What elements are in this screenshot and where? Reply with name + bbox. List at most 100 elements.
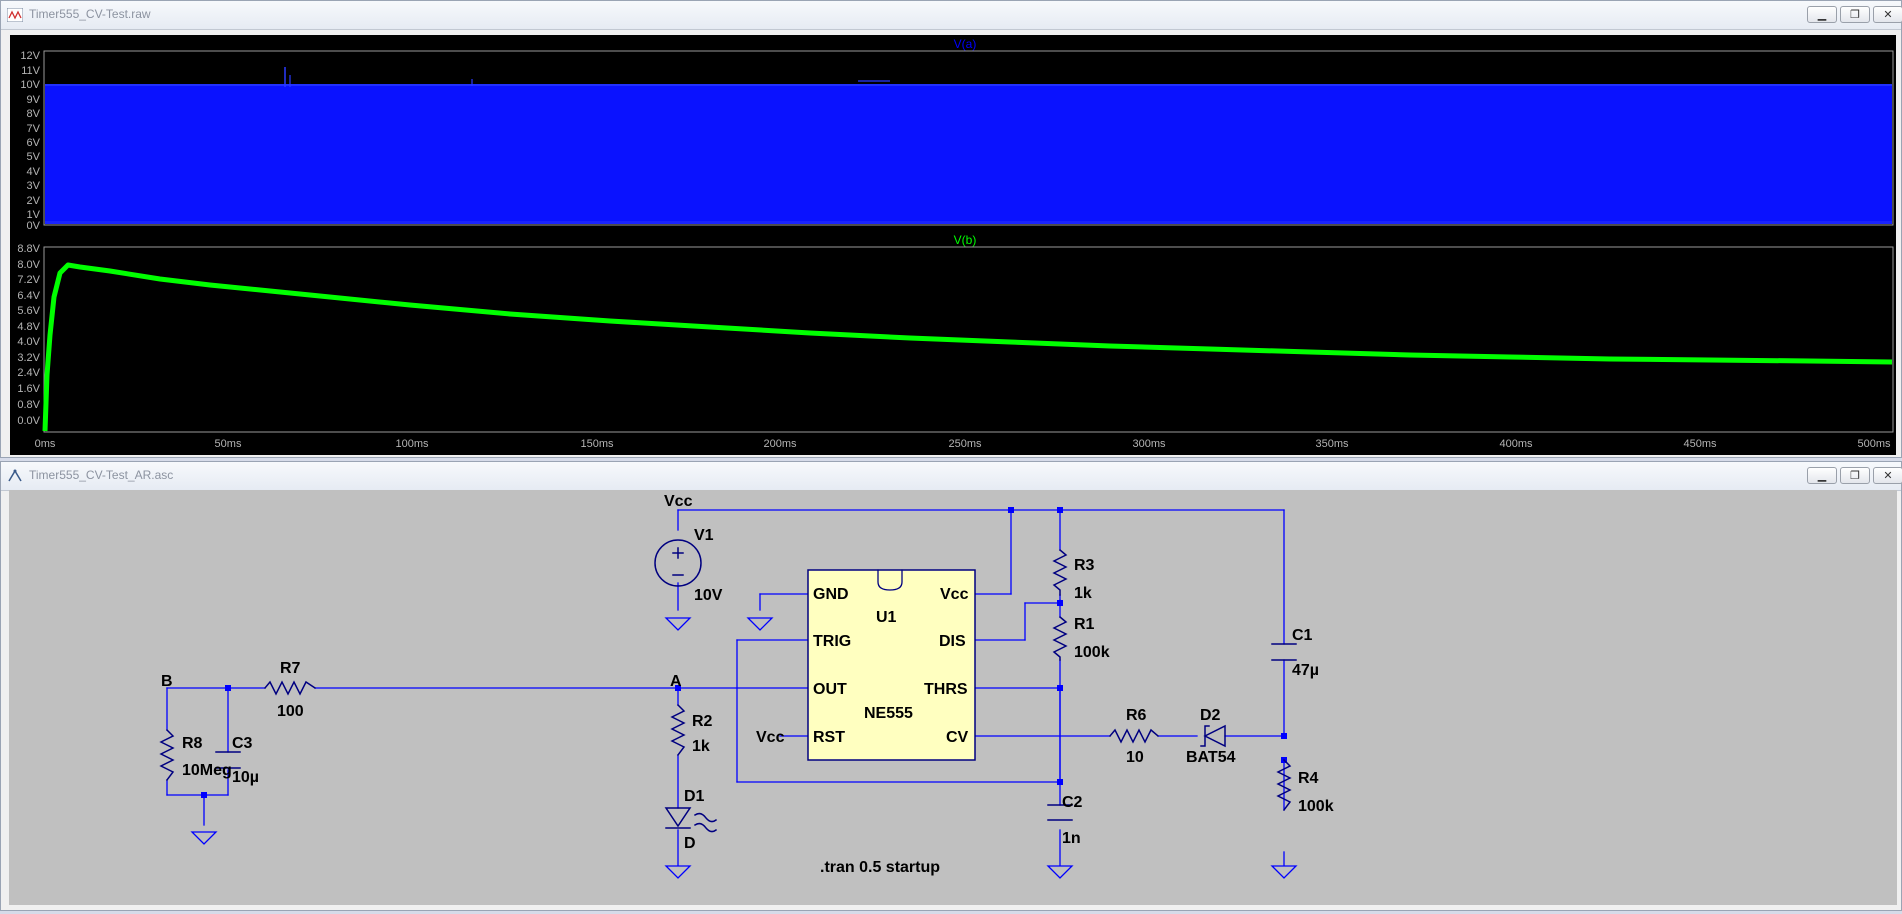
resistor-r7-icon[interactable]	[263, 680, 317, 696]
spice-directive[interactable]: .tran 0.5 startup	[820, 859, 940, 876]
x-tick: 0ms	[35, 438, 56, 450]
label-d2[interactable]: D2	[1200, 707, 1221, 724]
yb-tick: 0.0V	[17, 415, 40, 427]
components	[159, 539, 1297, 833]
label-r3[interactable]: R3	[1074, 557, 1095, 574]
label-c1-value[interactable]: 47µ	[1292, 662, 1319, 679]
pin-dis: DIS	[939, 633, 966, 650]
label-r8[interactable]: R8	[182, 735, 203, 752]
resistor-r6-icon[interactable]	[1108, 728, 1160, 744]
resistor-r1-icon[interactable]	[1052, 615, 1068, 661]
plot-svg: V(a) 12V 11V 10V 9V 8V 7V 6V 5V 4V 3V 2V…	[17, 37, 1894, 450]
label-u1[interactable]: U1	[876, 609, 897, 626]
wires	[166, 509, 1285, 866]
trace-va	[45, 67, 1892, 224]
voltage-source-icon[interactable]	[654, 539, 702, 587]
node-label-a[interactable]: A	[670, 673, 682, 690]
x-tick: 100ms	[395, 438, 429, 450]
yb-tick: 8.8V	[17, 243, 40, 255]
pin-gnd: GND	[813, 586, 849, 603]
ya-tick: 4V	[27, 166, 41, 178]
ya-tick: 11V	[21, 65, 40, 77]
ya-tick: 6V	[27, 137, 41, 149]
label-r1-value[interactable]: 100k	[1074, 644, 1110, 661]
x-tick: 200ms	[763, 438, 797, 450]
node-label-b[interactable]: B	[161, 673, 173, 690]
label-r6[interactable]: R6	[1126, 707, 1147, 724]
minimize-button[interactable]: ▁	[1807, 6, 1837, 23]
label-d1-value[interactable]: D	[684, 835, 696, 852]
label-v1[interactable]: V1	[694, 527, 714, 544]
label-r6-value[interactable]: 10	[1126, 749, 1144, 766]
minimize-button[interactable]: ▁	[1807, 467, 1837, 484]
label-r7[interactable]: R7	[280, 660, 301, 677]
yb-tick: 1.6V	[17, 383, 40, 395]
ya-tick: 8V	[27, 108, 41, 120]
restore-button[interactable]: ❐	[1840, 6, 1870, 23]
close-button[interactable]: ✕	[1873, 467, 1902, 484]
label-c1[interactable]: C1	[1292, 627, 1313, 644]
trace-label-va[interactable]: V(a)	[954, 37, 977, 51]
x-tick: 500ms	[1857, 438, 1891, 450]
resistor-r2-icon[interactable]	[670, 703, 686, 757]
label-c2[interactable]: C2	[1062, 794, 1083, 811]
resistor-r3-icon[interactable]	[1052, 548, 1068, 596]
schematic-svg: Vcc V1 10V U1 NE555 GND Vcc TRIG DIS OUT…	[159, 493, 1334, 879]
label-vcc-rst: Vcc	[756, 729, 785, 746]
ya-tick: 2V	[27, 195, 41, 207]
pin-out: OUT	[813, 681, 847, 698]
label-r1[interactable]: R1	[1074, 616, 1095, 633]
pin-cv: CV	[946, 729, 969, 746]
label-r2-value[interactable]: 1k	[692, 738, 710, 755]
close-button[interactable]: ✕	[1873, 6, 1902, 23]
ground-symbols	[190, 617, 1298, 879]
restore-button[interactable]: ❐	[1840, 467, 1870, 484]
schematic-window-icon	[8, 469, 22, 482]
x-tick: 150ms	[580, 438, 614, 450]
waveform-titlebar[interactable]: Timer555_CV-Test.raw ▁ ❐ ✕	[1, 1, 1902, 30]
trace-label-vb[interactable]: V(b)	[954, 233, 977, 247]
schematic-window-title: Timer555_CV-Test_AR.asc	[29, 468, 174, 482]
yb-tick: 4.0V	[17, 336, 40, 348]
yb-tick: 8.0V	[17, 259, 40, 271]
label-r2[interactable]: R2	[692, 713, 713, 730]
label-d2-value[interactable]: BAT54	[1186, 749, 1236, 766]
yb-tick: 3.2V	[17, 352, 40, 364]
label-v1-value[interactable]: 10V	[694, 587, 723, 604]
ya-tick: 12V	[20, 50, 40, 62]
schematic-titlebar[interactable]: Timer555_CV-Test_AR.asc ▁ ❐ ✕	[1, 462, 1902, 491]
yb-tick: 4.8V	[17, 321, 40, 333]
schematic-canvas[interactable]: Vcc V1 10V U1 NE555 GND Vcc TRIG DIS OUT…	[9, 490, 1897, 905]
label-ne555[interactable]: NE555	[864, 705, 913, 722]
pane-a-yaxis: 12V 11V 10V 9V 8V 7V 6V 5V 4V 3V 2V 1V 0…	[20, 50, 40, 232]
ya-tick: 0V	[27, 220, 41, 232]
label-vcc-top: Vcc	[664, 493, 693, 510]
label-r7-value[interactable]: 100	[277, 703, 304, 720]
label-c2-value[interactable]: 1n	[1062, 830, 1081, 847]
schottky-diode-d2-icon[interactable]	[1200, 724, 1226, 748]
x-tick: 350ms	[1315, 438, 1349, 450]
label-c3[interactable]: C3	[232, 735, 253, 752]
x-tick: 400ms	[1499, 438, 1533, 450]
waveform-window-icon	[7, 8, 23, 22]
pin-rst: RST	[813, 729, 845, 746]
ya-tick: 5V	[27, 151, 41, 163]
label-r3-value[interactable]: 1k	[1074, 585, 1092, 602]
label-c3-value[interactable]: 10µ	[232, 769, 259, 786]
x-tick: 50ms	[215, 438, 242, 450]
label-r8-value[interactable]: 10Meg	[182, 762, 232, 779]
label-d1[interactable]: D1	[684, 788, 705, 805]
label-r4-value[interactable]: 100k	[1298, 798, 1334, 815]
label-r4[interactable]: R4	[1298, 770, 1319, 787]
trace-vb	[42, 262, 1893, 432]
yb-tick: 7.2V	[17, 274, 40, 286]
yb-tick: 2.4V	[17, 367, 40, 379]
waveform-window-title: Timer555_CV-Test.raw	[29, 7, 151, 21]
x-tick: 250ms	[948, 438, 982, 450]
waveform-window: Timer555_CV-Test.raw ▁ ❐ ✕ V(a) 12V 11V …	[0, 0, 1902, 458]
junctions	[201, 507, 1287, 798]
resistor-r8-icon[interactable]	[159, 728, 175, 782]
yb-tick: 0.8V	[17, 399, 40, 411]
plot-area[interactable]: V(a) 12V 11V 10V 9V 8V 7V 6V 5V 4V 3V 2V…	[10, 35, 1896, 455]
led-d1-icon[interactable]	[664, 807, 718, 833]
